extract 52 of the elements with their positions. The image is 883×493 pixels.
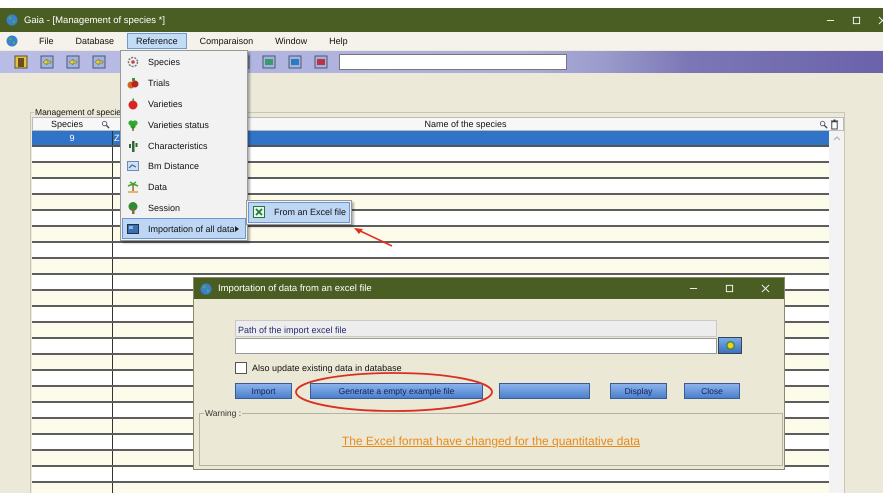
cactus-icon (127, 140, 139, 152)
checkbox-label: Also update existing data in database (252, 363, 402, 373)
blank-button[interactable] (499, 383, 590, 399)
panel-title: Management of specie (34, 107, 122, 117)
column-header[interactable]: Species (33, 119, 101, 129)
trash-icon[interactable] (830, 118, 839, 130)
scroll-bar[interactable] (829, 131, 844, 493)
apple-icon (127, 98, 139, 110)
maximize-icon[interactable] (725, 284, 734, 293)
tomato-icon (127, 77, 139, 90)
warning-title: Warning : (204, 408, 242, 418)
menu-item[interactable]: Session (122, 198, 246, 218)
menu-item[interactable]: Data (122, 176, 246, 198)
menu-item[interactable]: Bm Distance (122, 156, 246, 177)
path-label: Path of the import excel file (235, 320, 717, 337)
spreadsheet-icon (253, 206, 265, 218)
search-field[interactable] (339, 54, 567, 70)
plant-icon (127, 118, 139, 131)
dialog-title: Importation of data from an excel file (218, 283, 372, 294)
table-cell-text: Z (113, 132, 120, 145)
menu-item[interactable]: Comparaison (190, 33, 262, 49)
globe-icon (200, 282, 212, 294)
tree-icon (127, 202, 139, 214)
menu-item[interactable]: Database (66, 33, 124, 49)
menu-item[interactable]: From an Excel file (248, 202, 350, 223)
menu-item[interactable]: Species (122, 52, 246, 73)
globe-icon (6, 14, 18, 26)
dialog-button[interactable]: Generate a empty example file (310, 383, 483, 399)
menu-item[interactable]: Window (266, 33, 316, 49)
window-title: Gaia - [Management of species *] (24, 14, 165, 26)
dialog-button[interactable]: Import (235, 383, 292, 399)
menu-item[interactable]: Reference (127, 33, 187, 49)
table-icon (127, 222, 139, 235)
close-icon[interactable] (761, 284, 770, 293)
checkbox[interactable] (235, 362, 247, 374)
chart-icon (127, 160, 139, 172)
menu-item[interactable]: Help (320, 33, 357, 49)
dialog-button[interactable]: Close (684, 383, 740, 399)
path-field[interactable] (235, 338, 717, 354)
gear-icon (127, 56, 139, 68)
globe-icon[interactable] (6, 35, 18, 47)
menu-item[interactable]: Trials (122, 72, 246, 94)
browse-button[interactable] (718, 337, 742, 354)
palm-icon (127, 181, 139, 194)
menu-item[interactable]: File (30, 33, 63, 49)
dialog-button[interactable]: Display (610, 383, 667, 399)
column-header[interactable]: Name of the species (424, 119, 507, 129)
door-icon[interactable] (14, 55, 28, 69)
menu-item[interactable]: Varieties (122, 94, 246, 114)
menu-item[interactable]: Importation of all data (122, 218, 246, 240)
table-cell: 9 (32, 131, 113, 145)
maximize-icon[interactable] (852, 16, 861, 24)
